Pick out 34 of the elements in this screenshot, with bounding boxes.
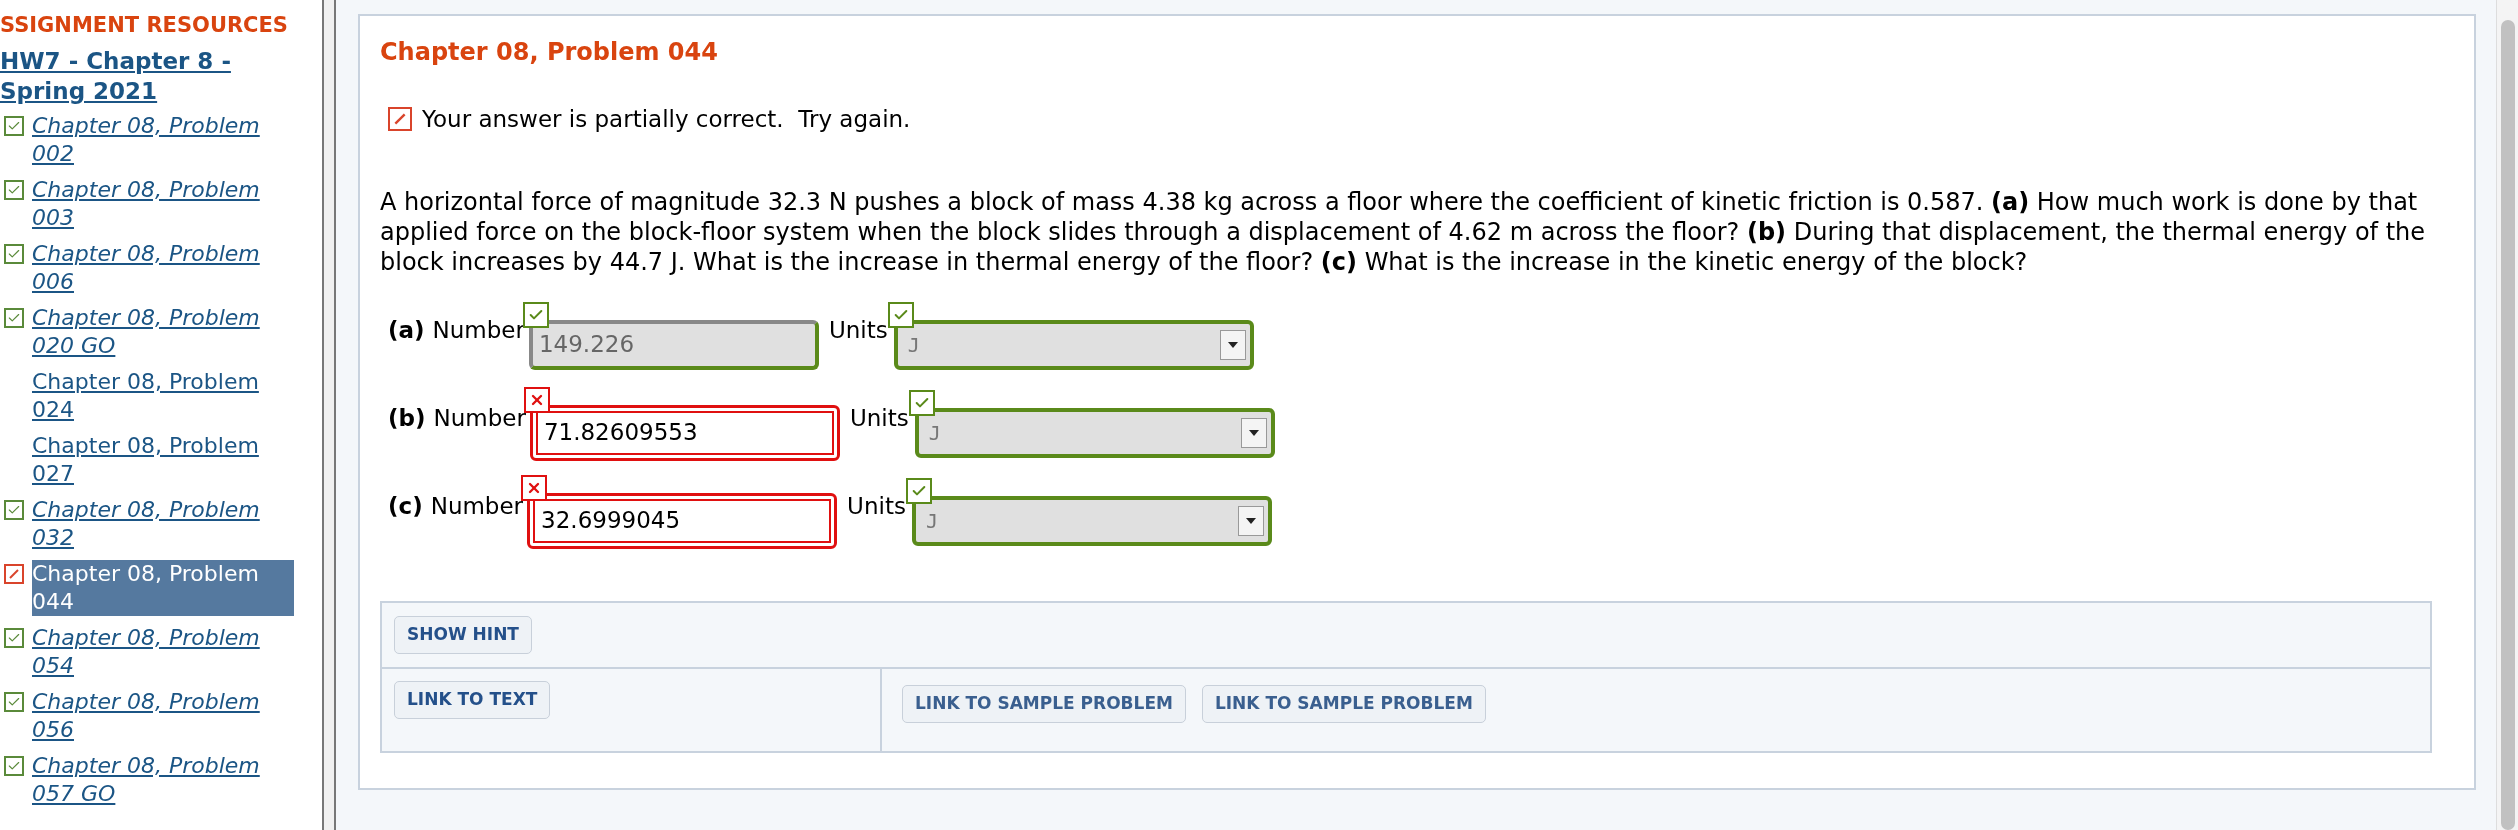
scrollbar-thumb[interactable] bbox=[2500, 20, 2515, 830]
sidebar-heading: SSIGNMENT RESOURCES bbox=[0, 12, 289, 39]
feedback-message: Your answer is partially correct. Try again. bbox=[422, 105, 911, 134]
number-label: Number bbox=[432, 315, 525, 345]
part-label: (a) bbox=[388, 315, 425, 345]
number-label: Number bbox=[433, 403, 526, 433]
pencil-icon bbox=[388, 107, 412, 132]
show-hint-button[interactable]: SHOW HINT bbox=[394, 615, 532, 654]
number-field[interactable]: 71.82609553 bbox=[529, 404, 840, 461]
part-label: (c) bbox=[388, 491, 423, 521]
units-label: Units bbox=[849, 403, 909, 433]
number-label: Number bbox=[430, 491, 524, 521]
problem-link[interactable]: Chapter 08, Problem 003 bbox=[32, 176, 294, 232]
problem-link[interactable]: Chapter 08, Problem 032 bbox=[32, 496, 294, 552]
text-link-button[interactable]: LINK TO TEXT bbox=[394, 680, 551, 719]
units-label: Units bbox=[828, 315, 888, 345]
sample-problem-button[interactable]: LINK TO SAMPLE PROBLEM bbox=[902, 684, 1186, 723]
units-label: Units bbox=[847, 491, 906, 521]
problem-link[interactable]: Chapter 08, Problem 027 bbox=[32, 432, 294, 488]
assignment-link[interactable]: HW7 - Chapter 8 - Spring 2021 bbox=[0, 46, 250, 106]
problem-link[interactable]: Chapter 08, Problem 056 bbox=[32, 688, 294, 744]
problem-link[interactable]: Chapter 08, Problem 024 bbox=[32, 368, 294, 424]
problem-title: Chapter 08, Problem 044 bbox=[380, 37, 719, 68]
problem-link[interactable]: Chapter 08, Problem 057 GO bbox=[32, 752, 294, 808]
sample-problem-button[interactable]: LINK TO SAMPLE PROBLEM bbox=[1201, 684, 1486, 723]
problem-text: A horizontal force of magnitude 32.3 N pushes a block of mass 4.38 kg across a floor where the coefficient of kinetic friction is 0.587. (a) How much work is done by that applied force on the block-floor system when the block slides through a displacement of 4.62 m across the floor? (b) During that displacement, the thermal energy of the block increases by 44.7 J. What is the increase in thermal energy of the floor? (c) What is the increase in the kinetic energy of the block? bbox=[380, 186, 2427, 277]
problem-link[interactable]: Chapter 08, Problem 020 GO bbox=[32, 304, 294, 360]
part-label: (b) bbox=[388, 403, 426, 433]
problem-link[interactable]: Chapter 08, Problem 002 bbox=[32, 112, 294, 168]
problem-link[interactable]: Chapter 08, Problem 006 bbox=[32, 240, 294, 296]
problem-link[interactable]: Chapter 08, Problem 044 bbox=[32, 560, 294, 616]
problem-link[interactable]: Chapter 08, Problem 054 bbox=[32, 624, 294, 680]
number-field[interactable]: 149.226 bbox=[528, 319, 819, 370]
number-field[interactable]: 32.6999045 bbox=[527, 492, 838, 549]
